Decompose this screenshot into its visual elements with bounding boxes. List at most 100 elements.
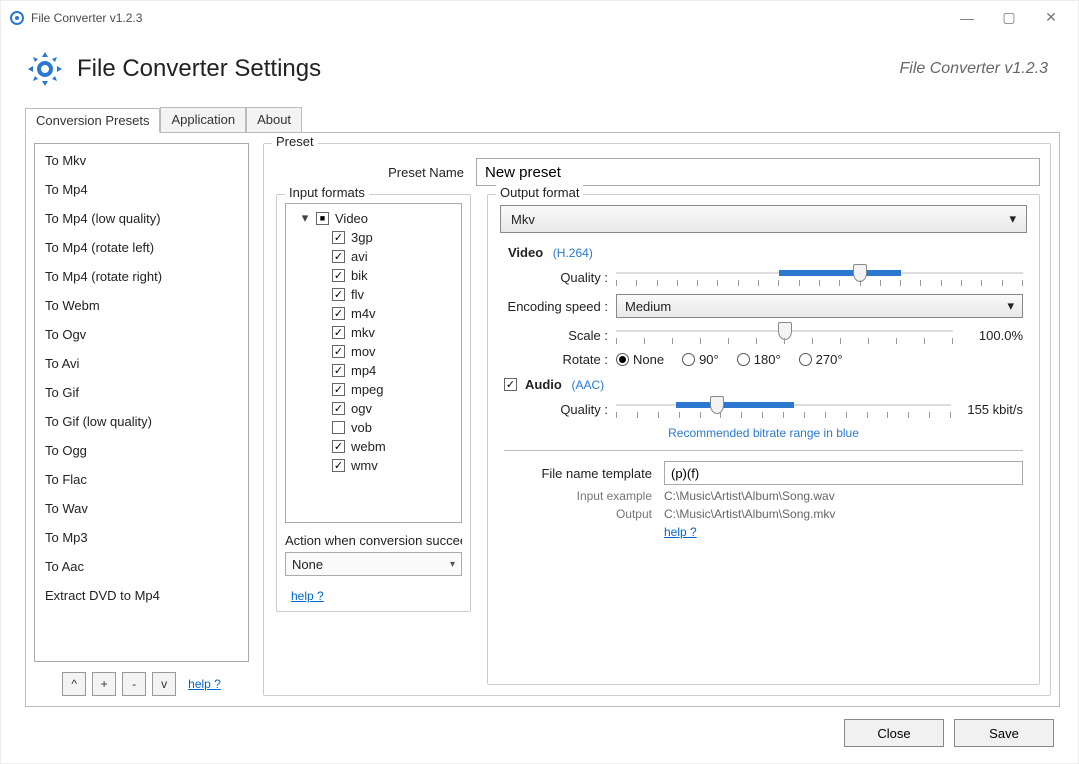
input-formats-tree[interactable]: ▾Video3gpavibikflvm4vmkvmovmp4mpegogvvob… bbox=[285, 203, 462, 523]
encoding-speed-select[interactable]: Medium ▾ bbox=[616, 294, 1023, 318]
input-format-item[interactable]: bik bbox=[286, 266, 461, 285]
presets-column: To MkvTo Mp4To Mp4 (low quality)To Mp4 (… bbox=[34, 143, 249, 696]
tab-conversion-presets[interactable]: Conversion Presets bbox=[25, 108, 160, 133]
input-format-item[interactable]: vob bbox=[286, 418, 461, 437]
rotate-option[interactable]: None bbox=[616, 352, 664, 367]
filename-template-input[interactable] bbox=[664, 461, 1023, 485]
encoding-speed-value: Medium bbox=[625, 299, 671, 314]
input-format-item[interactable]: mpeg bbox=[286, 380, 461, 399]
preset-list-item[interactable]: To Ogg bbox=[35, 436, 248, 465]
audio-quality-slider[interactable] bbox=[616, 398, 951, 420]
preset-list[interactable]: To MkvTo Mp4To Mp4 (low quality)To Mp4 (… bbox=[34, 143, 249, 662]
input-format-item[interactable]: avi bbox=[286, 247, 461, 266]
preset-list-item[interactable]: To Webm bbox=[35, 291, 248, 320]
preset-list-item[interactable]: To Mp4 (rotate right) bbox=[35, 262, 248, 291]
input-format-checkbox[interactable] bbox=[332, 269, 345, 282]
tab-about[interactable]: About bbox=[246, 107, 302, 132]
preset-list-item[interactable]: To Avi bbox=[35, 349, 248, 378]
input-format-item[interactable]: mov bbox=[286, 342, 461, 361]
move-up-button[interactable]: ^ bbox=[62, 672, 86, 696]
remove-button[interactable]: - bbox=[122, 672, 146, 696]
chevron-down-icon: ▾ bbox=[1007, 298, 1014, 314]
tab-strip: Conversion Presets Application About bbox=[25, 107, 1060, 133]
scale-readout: 100.0% bbox=[953, 328, 1023, 343]
input-format-checkbox[interactable] bbox=[332, 459, 345, 472]
scale-label: Scale : bbox=[504, 328, 616, 343]
input-format-checkbox[interactable] bbox=[332, 421, 345, 434]
rotate-row: Rotate : None90°180°270° bbox=[504, 352, 1023, 367]
rotate-option[interactable]: 90° bbox=[682, 352, 719, 367]
preset-list-item[interactable]: To Mp4 (low quality) bbox=[35, 204, 248, 233]
close-button[interactable]: Close bbox=[844, 719, 944, 747]
input-format-item[interactable]: mkv bbox=[286, 323, 461, 342]
output-format-select[interactable]: Mkv ▾ bbox=[500, 205, 1027, 233]
video-codec-label: (H.264) bbox=[553, 246, 593, 260]
input-format-group[interactable]: ▾Video bbox=[286, 208, 461, 228]
close-icon[interactable]: ✕ bbox=[1044, 11, 1058, 25]
input-format-checkbox[interactable] bbox=[332, 250, 345, 263]
save-button[interactable]: Save bbox=[954, 719, 1054, 747]
input-formats-column: Input formats ▾Video3gpavibikflvm4vmkvmo… bbox=[276, 194, 471, 685]
maximize-icon[interactable]: ▢ bbox=[1002, 11, 1016, 25]
radio-icon bbox=[616, 353, 629, 366]
preset-list-item[interactable]: To Mp3 bbox=[35, 523, 248, 552]
preset-editor: Preset Preset Name Input formats ▾Video3… bbox=[263, 143, 1051, 696]
input-format-checkbox[interactable] bbox=[332, 364, 345, 377]
input-format-item[interactable]: m4v bbox=[286, 304, 461, 323]
minimize-icon[interactable]: — bbox=[960, 11, 974, 25]
input-format-checkbox[interactable] bbox=[332, 402, 345, 415]
preset-list-item[interactable]: To Gif bbox=[35, 378, 248, 407]
window-title: File Converter v1.2.3 bbox=[31, 11, 142, 25]
preset-list-item[interactable]: Extract DVD to Mp4 bbox=[35, 581, 248, 610]
rotate-option[interactable]: 270° bbox=[799, 352, 843, 367]
rotate-option[interactable]: 180° bbox=[737, 352, 781, 367]
filename-help-link[interactable]: help ? bbox=[664, 525, 697, 539]
video-quality-label: Quality : bbox=[504, 270, 616, 285]
titlebar: File Converter v1.2.3 — ▢ ✕ bbox=[1, 1, 1078, 35]
filename-output-example: Output C:\Music\Artist\Album\Song.mkv bbox=[504, 507, 1023, 521]
video-quality-slider[interactable] bbox=[616, 266, 1023, 288]
input-format-checkbox[interactable] bbox=[332, 345, 345, 358]
scale-slider[interactable] bbox=[616, 324, 953, 346]
header-version: File Converter v1.2.3 bbox=[899, 60, 1054, 78]
input-format-item[interactable]: mp4 bbox=[286, 361, 461, 380]
input-format-item[interactable]: wmv bbox=[286, 456, 461, 475]
video-group-checkbox[interactable] bbox=[316, 212, 329, 225]
preset-list-item[interactable]: To Mp4 bbox=[35, 175, 248, 204]
preset-list-item[interactable]: To Flac bbox=[35, 465, 248, 494]
input-format-item[interactable]: webm bbox=[286, 437, 461, 456]
scale-row: Scale : 100.0% bbox=[504, 324, 1023, 346]
radio-icon bbox=[682, 353, 695, 366]
preset-list-item[interactable]: To Wav bbox=[35, 494, 248, 523]
output-format-value: Mkv bbox=[511, 212, 535, 227]
tab-application[interactable]: Application bbox=[160, 107, 246, 132]
preset-list-item[interactable]: To Ogv bbox=[35, 320, 248, 349]
action-select[interactable]: None ▾ bbox=[285, 552, 462, 576]
input-format-item[interactable]: 3gp bbox=[286, 228, 461, 247]
move-down-button[interactable]: v bbox=[152, 672, 176, 696]
presets-help-link[interactable]: help ? bbox=[188, 677, 221, 691]
output-format-legend: Output format bbox=[496, 185, 583, 200]
preset-list-item[interactable]: To Mp4 (rotate left) bbox=[35, 233, 248, 262]
input-format-checkbox[interactable] bbox=[332, 440, 345, 453]
add-button[interactable]: + bbox=[92, 672, 116, 696]
input-formats-help-link[interactable]: help ? bbox=[291, 589, 324, 603]
input-format-checkbox[interactable] bbox=[332, 231, 345, 244]
filename-input-example: Input example C:\Music\Artist\Album\Song… bbox=[504, 489, 1023, 503]
collapse-icon[interactable]: ▾ bbox=[300, 210, 310, 226]
preset-list-item[interactable]: To Mkv bbox=[35, 146, 248, 175]
input-format-item[interactable]: flv bbox=[286, 285, 461, 304]
preset-list-item[interactable]: To Aac bbox=[35, 552, 248, 581]
preset-name-input[interactable] bbox=[476, 158, 1040, 186]
input-format-item[interactable]: ogv bbox=[286, 399, 461, 418]
chevron-down-icon: ▾ bbox=[450, 559, 455, 570]
audio-enable-checkbox[interactable] bbox=[504, 378, 517, 391]
footer-buttons: Close Save bbox=[1, 719, 1078, 763]
output-format-groupbox: Output format Mkv ▾ Video (H.264) bbox=[487, 194, 1040, 685]
preset-list-item[interactable]: To Gif (low quality) bbox=[35, 407, 248, 436]
input-format-checkbox[interactable] bbox=[332, 288, 345, 301]
input-format-checkbox[interactable] bbox=[332, 307, 345, 320]
input-format-checkbox[interactable] bbox=[332, 383, 345, 396]
filename-template-label: File name template bbox=[504, 466, 664, 481]
input-format-checkbox[interactable] bbox=[332, 326, 345, 339]
